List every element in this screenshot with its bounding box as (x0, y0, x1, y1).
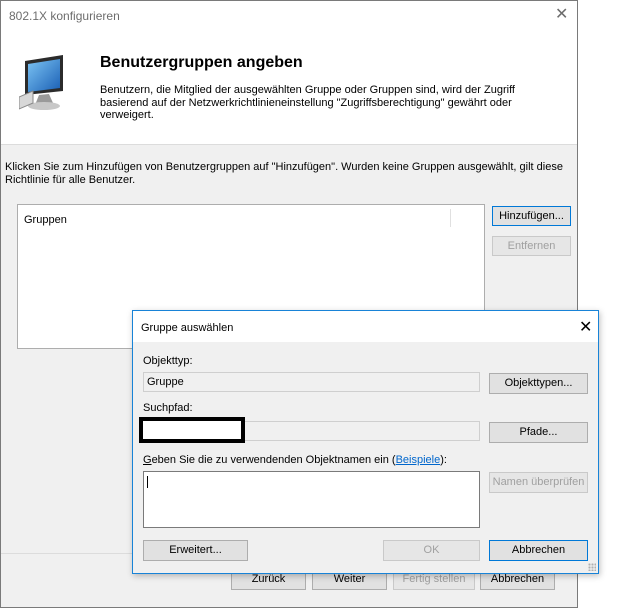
object-names-label-accesskey: G (143, 454, 152, 466)
select-group-dialog: Gruppe auswählen ✕ Objekttyp: Gruppe Obj… (132, 310, 599, 574)
resize-grip-icon[interactable] (588, 563, 596, 571)
dialog-cancel-button[interactable]: Abbrechen (489, 540, 588, 561)
paths-button[interactable]: Pfade... (489, 422, 588, 443)
instruction-text: Klicken Sie zum Hinzufügen von Benutzerg… (5, 161, 563, 186)
object-names-label-text: eben Sie die zu verwendenden Objektnamen… (151, 454, 396, 466)
wizard-title: Benutzergruppen angeben (100, 54, 303, 71)
advanced-button[interactable]: Erweitert... (143, 540, 248, 561)
column-divider[interactable] (450, 209, 451, 227)
groups-column-header[interactable]: Gruppen (24, 214, 67, 226)
monitor-icon (19, 55, 63, 110)
add-button[interactable]: Hinzufügen... (492, 206, 571, 226)
object-names-input[interactable] (143, 471, 480, 528)
close-icon[interactable]: ✕ (579, 320, 592, 336)
select-group-title-bar: Gruppe auswählen ✕ (133, 311, 598, 342)
object-type-label: Objekttyp: (143, 355, 193, 367)
redaction-box (139, 417, 245, 443)
remove-button[interactable]: Entfernen (492, 236, 571, 256)
window-title: 802.1X konfigurieren (9, 9, 120, 23)
object-names-label: Geben Sie die zu verwendenden Objektname… (143, 454, 447, 466)
object-type-field: Gruppe (143, 372, 480, 392)
ok-button[interactable]: OK (383, 540, 480, 561)
object-types-button[interactable]: Objekttypen... (489, 373, 588, 394)
search-path-label: Suchpfad: (143, 402, 193, 414)
object-names-label-tail: ): (440, 454, 447, 466)
close-icon[interactable]: ✕ (555, 7, 568, 23)
examples-link[interactable]: Beispiele (396, 454, 441, 466)
wizard-description: Benutzern, die Mitglied der ausgewählten… (100, 84, 515, 121)
title-bar: 802.1X konfigurieren ✕ (1, 1, 577, 31)
select-group-title: Gruppe auswählen (141, 322, 234, 334)
check-names-button[interactable]: Namen überprüfen (489, 472, 588, 493)
wizard-header: Benutzergruppen angeben Benutzern, die M… (1, 31, 577, 145)
text-caret (147, 476, 148, 488)
